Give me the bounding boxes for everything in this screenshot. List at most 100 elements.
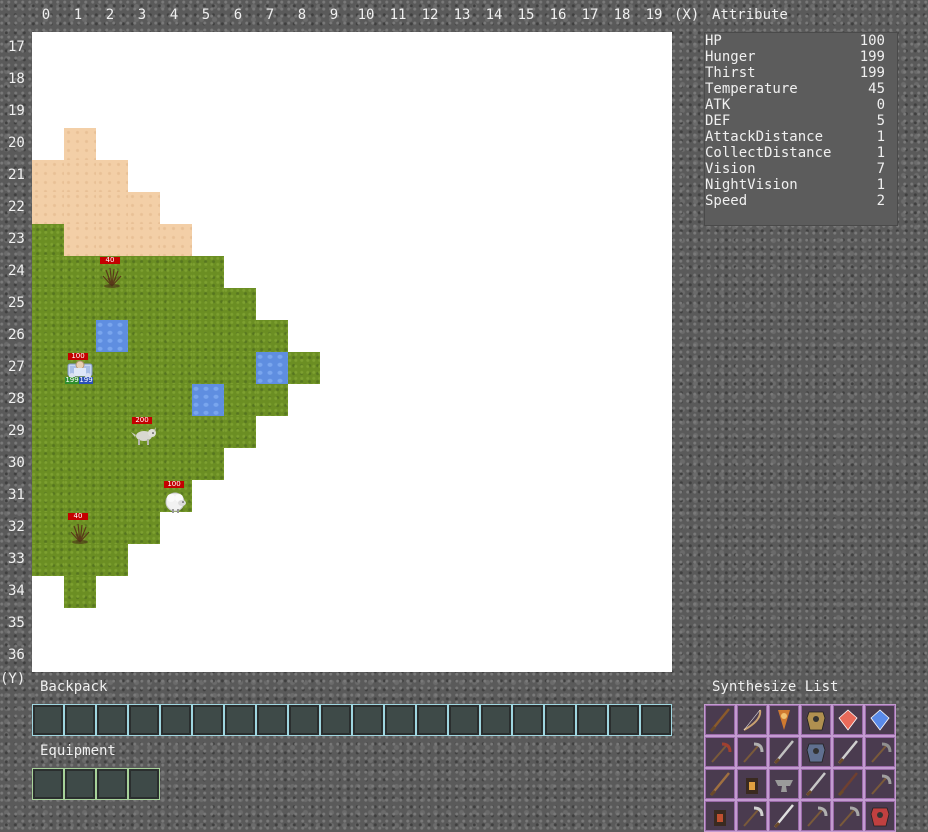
backpack-slot[interactable] bbox=[161, 705, 191, 735]
grass-tile[interactable] bbox=[224, 416, 256, 448]
grass-tile[interactable] bbox=[224, 288, 256, 320]
sand-tile[interactable] bbox=[64, 224, 96, 256]
grass-tile[interactable] bbox=[192, 256, 224, 288]
synthesize-slot[interactable] bbox=[865, 737, 895, 767]
grass-tile[interactable] bbox=[96, 416, 128, 448]
grass-tile[interactable] bbox=[32, 544, 64, 576]
synthesize-slot[interactable] bbox=[833, 737, 863, 767]
synthesize-slot[interactable] bbox=[737, 737, 767, 767]
sand-tile[interactable] bbox=[32, 192, 64, 224]
backpack-slot[interactable] bbox=[225, 705, 255, 735]
backpack-slot[interactable] bbox=[481, 705, 511, 735]
sand-tile[interactable] bbox=[96, 224, 128, 256]
water-tile[interactable] bbox=[192, 384, 224, 416]
synthesize-slot[interactable] bbox=[801, 769, 831, 799]
water-tile[interactable] bbox=[256, 352, 288, 384]
grass-tile[interactable] bbox=[32, 448, 64, 480]
grass-tile[interactable] bbox=[96, 512, 128, 544]
grass-tile[interactable] bbox=[64, 480, 96, 512]
grass-tile[interactable] bbox=[32, 480, 64, 512]
backpack-slot[interactable] bbox=[449, 705, 479, 735]
synthesize-slot[interactable] bbox=[737, 769, 767, 799]
grass-tile[interactable] bbox=[96, 288, 128, 320]
synthesize-slot[interactable] bbox=[737, 705, 767, 735]
grass-tile[interactable] bbox=[32, 288, 64, 320]
grass-tile[interactable] bbox=[224, 352, 256, 384]
equipment-slot[interactable] bbox=[33, 769, 63, 799]
backpack-slot[interactable] bbox=[257, 705, 287, 735]
sand-tile[interactable] bbox=[64, 128, 96, 160]
sheep-icon[interactable] bbox=[163, 488, 189, 518]
synthesize-slot[interactable] bbox=[865, 769, 895, 799]
grass-tile[interactable] bbox=[32, 320, 64, 352]
grass-tile[interactable] bbox=[32, 384, 64, 416]
sand-tile[interactable] bbox=[96, 192, 128, 224]
grass-tile[interactable] bbox=[160, 352, 192, 384]
grass-tile[interactable] bbox=[96, 352, 128, 384]
synthesize-slot[interactable] bbox=[801, 801, 831, 831]
grass-tile[interactable] bbox=[32, 224, 64, 256]
synthesize-slot[interactable] bbox=[769, 737, 799, 767]
synthesize-slot[interactable] bbox=[833, 801, 863, 831]
grass-tile[interactable] bbox=[192, 352, 224, 384]
grass-tile[interactable] bbox=[192, 288, 224, 320]
grass-tile[interactable] bbox=[64, 288, 96, 320]
backpack-slot[interactable] bbox=[97, 705, 127, 735]
grass-tile[interactable] bbox=[128, 256, 160, 288]
synthesize-slot[interactable] bbox=[865, 801, 895, 831]
grass-tile[interactable] bbox=[160, 384, 192, 416]
synthesize-slot[interactable] bbox=[705, 801, 735, 831]
backpack-slot[interactable] bbox=[417, 705, 447, 735]
grass-tile[interactable] bbox=[224, 320, 256, 352]
synthesize-slot[interactable] bbox=[769, 769, 799, 799]
water-tile[interactable] bbox=[96, 320, 128, 352]
backpack-slot[interactable] bbox=[65, 705, 95, 735]
backpack-slot[interactable] bbox=[129, 705, 159, 735]
dry-bush-icon[interactable] bbox=[98, 264, 126, 292]
grass-tile[interactable] bbox=[160, 320, 192, 352]
grass-tile[interactable] bbox=[64, 576, 96, 608]
sand-tile[interactable] bbox=[64, 192, 96, 224]
synthesize-slot[interactable] bbox=[833, 769, 863, 799]
world-map[interactable]: 100 199 199 40 40 200 100 bbox=[32, 32, 672, 672]
synthesize-slot[interactable] bbox=[865, 705, 895, 735]
synthesize-slot[interactable] bbox=[769, 705, 799, 735]
wolf-icon[interactable] bbox=[130, 424, 158, 450]
synthesize-slot[interactable] bbox=[801, 737, 831, 767]
grass-tile[interactable] bbox=[128, 448, 160, 480]
grass-tile[interactable] bbox=[128, 320, 160, 352]
sand-tile[interactable] bbox=[96, 160, 128, 192]
grass-tile[interactable] bbox=[128, 512, 160, 544]
grass-tile[interactable] bbox=[256, 320, 288, 352]
grass-tile[interactable] bbox=[128, 384, 160, 416]
backpack-slot[interactable] bbox=[385, 705, 415, 735]
equipment-slot[interactable] bbox=[65, 769, 95, 799]
sand-tile[interactable] bbox=[128, 192, 160, 224]
grass-tile[interactable] bbox=[64, 416, 96, 448]
grass-tile[interactable] bbox=[192, 416, 224, 448]
sand-tile[interactable] bbox=[128, 224, 160, 256]
grass-tile[interactable] bbox=[32, 256, 64, 288]
grass-tile[interactable] bbox=[160, 256, 192, 288]
grass-tile[interactable] bbox=[128, 480, 160, 512]
dry-bush-icon[interactable] bbox=[66, 520, 94, 548]
synthesize-slot[interactable] bbox=[737, 801, 767, 831]
grass-tile[interactable] bbox=[64, 544, 96, 576]
synthesize-slot[interactable] bbox=[705, 737, 735, 767]
backpack-slot[interactable] bbox=[33, 705, 63, 735]
sand-tile[interactable] bbox=[64, 160, 96, 192]
synthesize-slot[interactable] bbox=[801, 705, 831, 735]
grass-tile[interactable] bbox=[256, 384, 288, 416]
synthesize-slot[interactable] bbox=[833, 705, 863, 735]
backpack-slot[interactable] bbox=[353, 705, 383, 735]
backpack-slot[interactable] bbox=[193, 705, 223, 735]
grass-tile[interactable] bbox=[128, 352, 160, 384]
grass-tile[interactable] bbox=[64, 384, 96, 416]
grass-tile[interactable] bbox=[192, 320, 224, 352]
backpack-slot[interactable] bbox=[545, 705, 575, 735]
grass-tile[interactable] bbox=[128, 288, 160, 320]
grass-tile[interactable] bbox=[96, 448, 128, 480]
synthesize-slot[interactable] bbox=[705, 769, 735, 799]
grass-tile[interactable] bbox=[32, 512, 64, 544]
grass-tile[interactable] bbox=[96, 544, 128, 576]
